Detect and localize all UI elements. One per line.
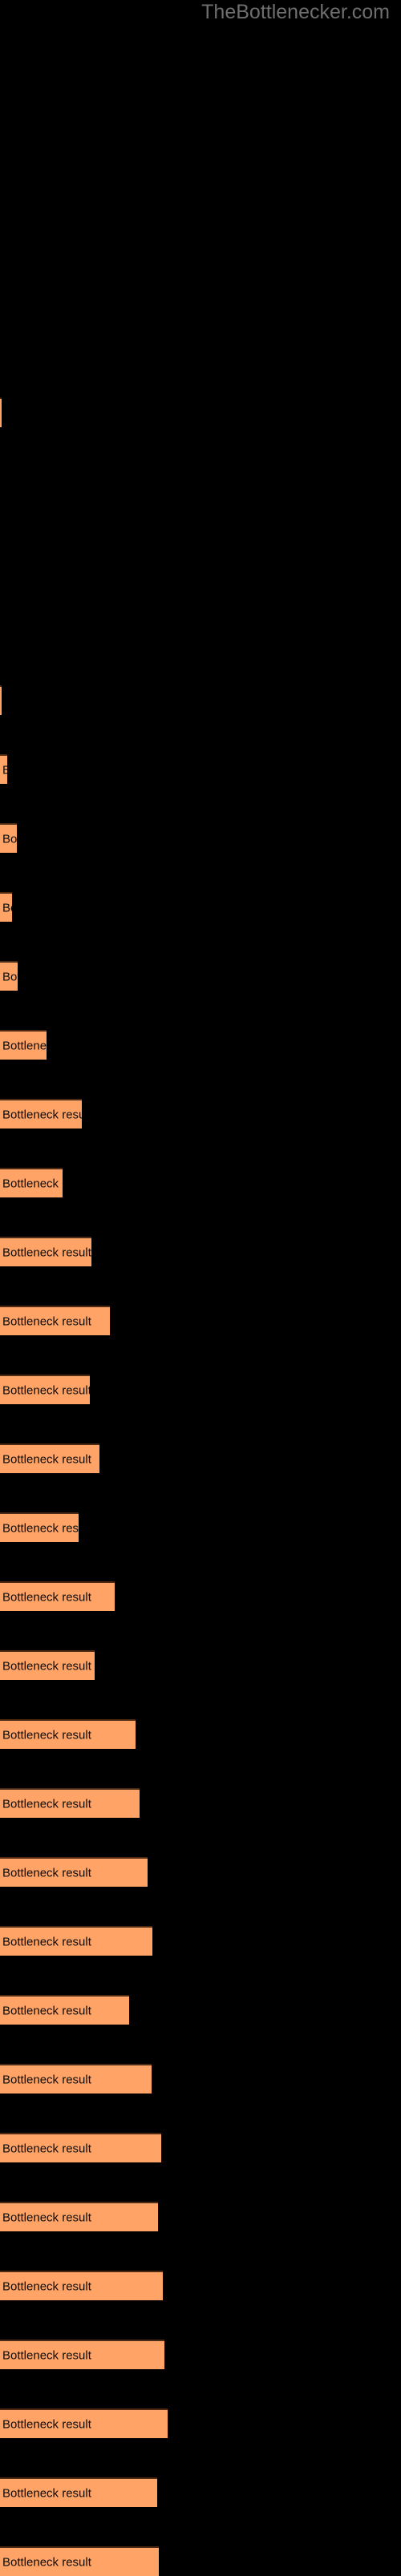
bar-label: Bottleneck result bbox=[2, 763, 7, 777]
bar[interactable]: Bottleneck result bbox=[0, 1650, 95, 1680]
bar[interactable]: Bottleneck result bbox=[0, 1099, 82, 1129]
bar[interactable]: Bottleneck result bbox=[0, 1030, 47, 1060]
bar[interactable]: Bottleneck result bbox=[0, 754, 7, 784]
bar[interactable]: Bottleneck result bbox=[0, 1375, 90, 1404]
bar-label: Bottleneck result bbox=[2, 901, 12, 915]
bar-label: Bottleneck result bbox=[2, 1452, 91, 1466]
bar-label: Bottleneck result bbox=[2, 2417, 91, 2431]
bar-label: Bottleneck result bbox=[2, 2486, 91, 2500]
bar[interactable]: Bottleneck result bbox=[0, 2202, 158, 2231]
bar[interactable]: Bottleneck result bbox=[0, 1168, 63, 1197]
bar[interactable]: Bottleneck result bbox=[0, 2133, 161, 2162]
bar[interactable]: Bottleneck result bbox=[0, 1857, 148, 1887]
bar-label: Bottleneck result bbox=[2, 2004, 91, 2017]
bar-label: Bottleneck result bbox=[2, 1314, 91, 1328]
bar-label: Bottleneck result bbox=[2, 1177, 63, 1190]
bar[interactable]: Bottleneck result bbox=[0, 398, 2, 427]
bar[interactable]: Bottleneck result bbox=[0, 1512, 79, 1542]
bar[interactable]: Bottleneck result bbox=[0, 1995, 129, 2025]
bar-label: Bottleneck result bbox=[2, 2348, 91, 2362]
bar-label: Bottleneck result bbox=[2, 1728, 91, 1742]
bar-label: Bottleneck result bbox=[2, 1039, 47, 1052]
bar-label: Bottleneck result bbox=[2, 2279, 91, 2293]
bar-label: Bottleneck result bbox=[2, 1797, 91, 1811]
bar-label: Bottleneck result bbox=[2, 2142, 91, 2155]
bar[interactable]: Bottleneck result bbox=[0, 2408, 168, 2438]
bar[interactable]: Bottleneck result bbox=[0, 685, 2, 715]
bar[interactable]: Bottleneck result bbox=[0, 2064, 152, 2094]
bar[interactable]: Bottleneck result bbox=[0, 1719, 136, 1749]
bar-label: Bottleneck result bbox=[2, 1521, 79, 1535]
bar[interactable]: Bottleneck result bbox=[0, 2271, 163, 2300]
bar-label: Bottleneck result bbox=[2, 2073, 91, 2086]
bar-label: Bottleneck result bbox=[2, 1108, 82, 1121]
bar[interactable]: Bottleneck result bbox=[0, 2546, 159, 2576]
bar[interactable]: Bottleneck result bbox=[0, 1306, 110, 1335]
bar[interactable]: Bottleneck result bbox=[0, 1237, 91, 1266]
bar[interactable]: Bottleneck result bbox=[0, 961, 18, 991]
bar-label: Bottleneck result bbox=[2, 2555, 91, 2569]
bar-label: Bottleneck result bbox=[2, 1246, 91, 1259]
bar-label: Bottleneck result bbox=[2, 2211, 91, 2224]
bar[interactable]: Bottleneck result bbox=[0, 892, 12, 922]
bar-label: Bottleneck result bbox=[2, 832, 17, 846]
bar-label: Bottleneck result bbox=[2, 1383, 90, 1397]
bar[interactable]: Bottleneck result bbox=[0, 1926, 152, 1956]
bar[interactable]: Bottleneck result bbox=[0, 1788, 140, 1818]
bar[interactable]: Bottleneck result bbox=[0, 1443, 99, 1473]
bar-label: Bottleneck result bbox=[2, 970, 18, 983]
bar-chart: Bottleneck result Bottleneck result Bottle… bbox=[0, 0, 401, 2576]
bar-label: Bottleneck result bbox=[2, 1866, 91, 1880]
bar[interactable]: Bottleneck result bbox=[0, 2340, 164, 2369]
bar[interactable]: Bottleneck result bbox=[0, 2477, 157, 2507]
bar[interactable]: Bottleneck result bbox=[0, 1581, 115, 1611]
bar[interactable]: Bottleneck result bbox=[0, 823, 17, 853]
bar-label: Bottleneck result bbox=[2, 1659, 91, 1673]
bar-label: Bottleneck result bbox=[2, 1590, 91, 1604]
bar-label: Bottleneck result bbox=[2, 1935, 91, 1948]
